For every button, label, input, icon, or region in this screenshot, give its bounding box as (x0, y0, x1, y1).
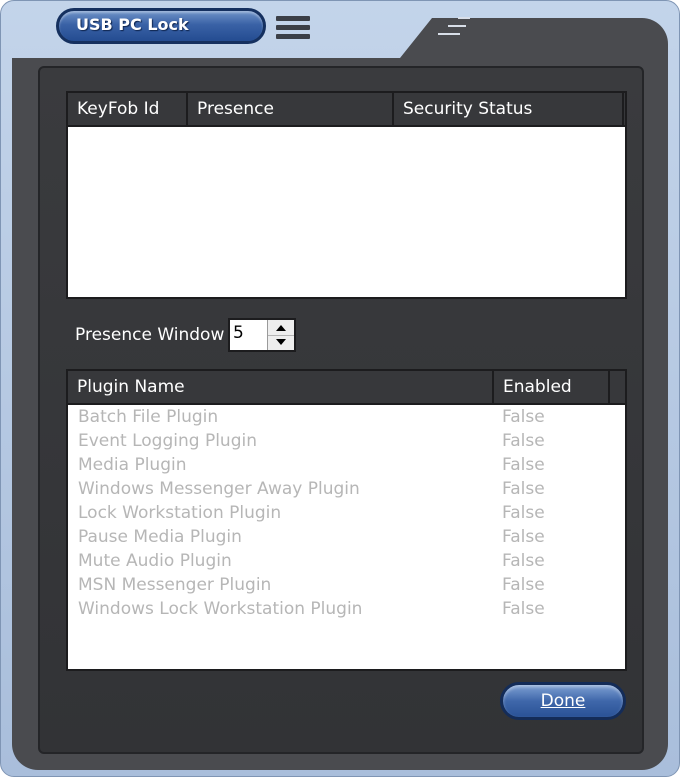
triangle-up-icon (276, 325, 286, 331)
column-header-presence[interactable]: Presence (188, 93, 394, 125)
plugin-name: Media Plugin (78, 455, 187, 475)
table-row[interactable]: Windows Lock Workstation Plugin False (68, 597, 625, 621)
plugin-enabled: False (502, 503, 545, 523)
plugin-name: Windows Messenger Away Plugin (78, 479, 360, 499)
table-row[interactable]: Mute Audio Plugin False (68, 549, 625, 573)
title-bar[interactable]: USB PC Lock (56, 8, 266, 44)
table-row[interactable]: Lock Workstation Plugin False (68, 501, 625, 525)
column-header-enabled[interactable]: Enabled (494, 371, 610, 403)
table-row[interactable]: Pause Media Plugin False (68, 525, 625, 549)
table-row[interactable]: MSN Messenger Plugin False (68, 573, 625, 597)
plugin-name: Mute Audio Plugin (78, 551, 232, 571)
plugin-name: Pause Media Plugin (78, 527, 242, 547)
window-title: USB PC Lock (76, 15, 189, 34)
plugin-enabled: False (502, 527, 545, 547)
stepper-up-button[interactable] (268, 320, 294, 336)
triangle-down-icon (276, 339, 286, 345)
plugin-name: Lock Workstation Plugin (78, 503, 282, 523)
table-row[interactable]: Batch File Plugin False (68, 405, 625, 429)
presence-window-stepper[interactable]: 5 (228, 318, 296, 352)
plugin-name: Event Logging Plugin (78, 431, 257, 451)
table-row[interactable]: Media Plugin False (68, 453, 625, 477)
plugin-name: Batch File Plugin (78, 407, 219, 427)
done-button[interactable]: Done (500, 682, 626, 720)
stepper-down-button[interactable] (268, 335, 294, 350)
plugin-enabled: False (502, 479, 545, 499)
plugin-enabled: False (502, 455, 545, 475)
plugin-name: Windows Lock Workstation Plugin (78, 599, 363, 619)
plugin-name: MSN Messenger Plugin (78, 575, 272, 595)
presence-window-label: Presence Window (75, 325, 225, 345)
column-header-plugin-name[interactable]: Plugin Name (68, 371, 494, 403)
plugin-table[interactable]: Plugin Name Enabled Batch File Plugin Fa… (66, 369, 627, 671)
hamburger-menu-icon[interactable] (276, 16, 310, 40)
column-header-keyfob-id[interactable]: KeyFob Id (68, 93, 188, 125)
keyfob-table-header: KeyFob Id Presence Security Status (68, 93, 625, 127)
plugin-enabled: False (502, 575, 545, 595)
keyfob-table[interactable]: KeyFob Id Presence Security Status (66, 91, 627, 299)
table-row[interactable]: Event Logging Plugin False (68, 429, 625, 453)
plugin-table-header: Plugin Name Enabled (68, 371, 625, 405)
plugin-enabled: False (502, 599, 545, 619)
grip-lines-icon (438, 17, 470, 35)
column-header-security-status[interactable]: Security Status (394, 93, 624, 125)
plugin-enabled: False (502, 407, 545, 427)
presence-window-value[interactable]: 5 (233, 323, 244, 343)
table-row[interactable]: Windows Messenger Away Plugin False (68, 477, 625, 501)
stepper-arrows (267, 320, 294, 350)
plugin-enabled: False (502, 431, 545, 451)
plugin-enabled: False (502, 551, 545, 571)
